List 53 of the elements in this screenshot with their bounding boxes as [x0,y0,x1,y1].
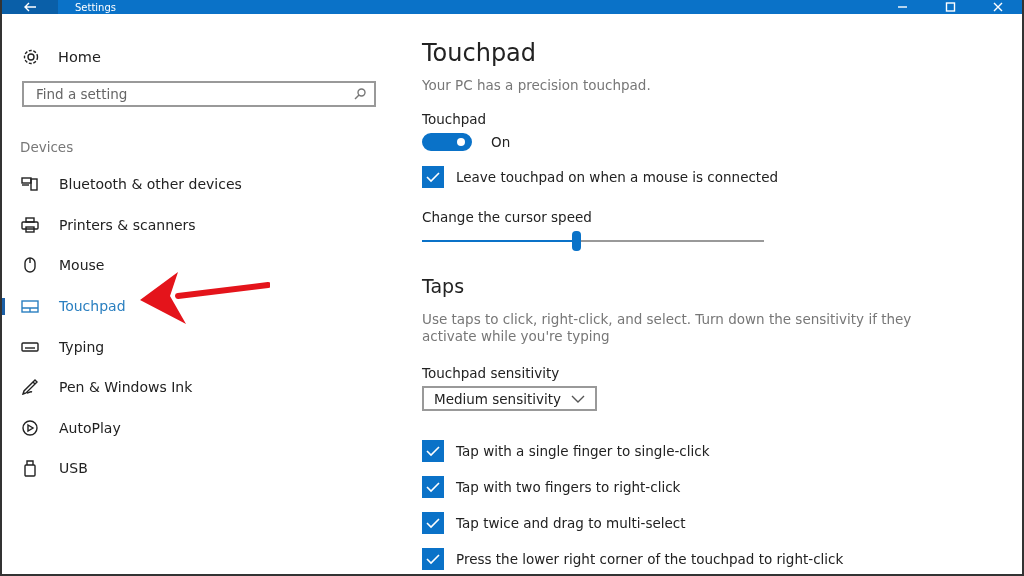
devices-icon [21,175,39,194]
home-link[interactable]: Home [22,48,101,66]
checkmark-icon [426,445,440,457]
sensitivity-dropdown[interactable]: Medium sensitivity [422,386,598,411]
touchpad-icon [21,297,39,316]
section-description: Use taps to click, right-click, and select. Turn down the sensitivity if they activate while you're typing [422,311,913,345]
checkbox-label: Press the lower right corner of the touchpad to right-click [456,551,844,567]
slider-thumb[interactable] [571,231,581,251]
usb-icon [21,459,39,478]
sidebar-item[interactable]: USB [21,459,88,478]
toggle-state: On [491,134,511,150]
checkbox[interactable] [422,166,444,188]
back-arrow-icon [23,2,37,12]
gear-icon [22,48,40,66]
maximize-icon [944,2,956,12]
checkmark-icon [426,553,440,565]
play-icon [21,418,39,437]
toggle-label: Touchpad [422,111,487,127]
checkbox-label: Tap twice and drag to multi-select [456,515,686,531]
checkbox[interactable] [422,476,444,498]
page-title: Touchpad [422,39,537,67]
sidebar-item[interactable]: Pen & Windows Ink [21,378,193,397]
chevron-down-icon [571,394,586,403]
sidebar-item[interactable]: Mouse [21,256,105,275]
checkbox-label: Leave touchpad on when a mouse is connected [456,169,779,185]
checkbox-label: Tap with two fingers to right-click [456,479,681,495]
checkbox[interactable] [422,548,444,570]
sidebar-item[interactable]: AutoPlay [21,418,121,437]
printer-icon [21,215,39,234]
checkmark-icon [426,481,440,493]
search-icon [354,88,366,100]
checkbox-label: Tap with a single finger to single-click [456,443,710,459]
sidebar-item[interactable]: Typing [21,337,105,356]
search-field[interactable]: Find a setting [22,81,376,107]
toggle-switch[interactable] [422,133,472,151]
close-icon [992,2,1004,12]
dropdown-label: Touchpad sensitivity [422,365,560,381]
page-subtitle: Your PC has a precision touchpad. [422,77,651,93]
section-heading: Taps [422,275,465,297]
checkbox[interactable] [422,440,444,462]
cursor-speed-slider[interactable] [422,231,764,251]
slider-label: Change the cursor speed [422,209,592,225]
pen-icon [21,378,39,397]
section-heading: Devices [20,139,74,155]
checkmark-icon [426,517,440,529]
sidebar-item[interactable]: Printers & scanners [21,215,196,234]
window-title: Settings [75,1,116,13]
checkbox[interactable] [422,512,444,534]
sidebar-item[interactable]: Touchpad [21,297,126,316]
sidebar-item[interactable]: Bluetooth & other devices [21,175,242,194]
checkmark-icon [426,171,440,183]
mouse-icon [21,256,39,275]
back-button[interactable] [2,0,58,14]
